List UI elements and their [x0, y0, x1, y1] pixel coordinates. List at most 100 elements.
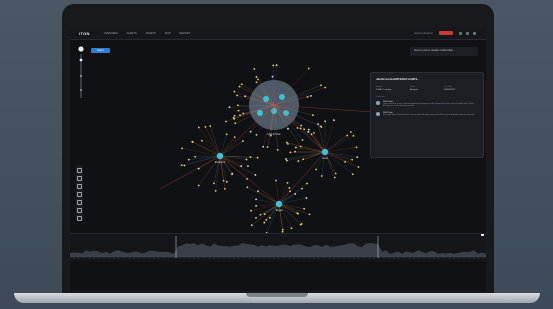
- graph-node: [236, 104, 239, 107]
- graph-node: [297, 160, 300, 162]
- graph-node: [244, 95, 247, 98]
- graph-node: [266, 146, 269, 148]
- graph-node: [299, 223, 302, 226]
- graph-edge: [210, 126, 221, 157]
- graph-node: [272, 64, 275, 67]
- graph-node: [290, 227, 293, 230]
- graph-edge: [324, 151, 359, 168]
- timeline-expand-icon: [481, 232, 484, 236]
- field-label: Status: [410, 86, 416, 88]
- menu-item-alerts[interactable]: ALERTS: [127, 32, 137, 35]
- user-icon[interactable]: [466, 31, 469, 35]
- graph-edge: [321, 151, 326, 177]
- panel-fields: Identifier 3.4kB / Loading Status Analys…: [376, 86, 478, 91]
- graph-node: [225, 180, 228, 183]
- graph-node: [225, 133, 228, 136]
- graph-node: [285, 141, 288, 144]
- settings-icon[interactable]: [459, 31, 462, 35]
- graph-node: [197, 126, 200, 129]
- link-edge: [159, 155, 221, 190]
- graph-node: [262, 145, 265, 148]
- graph-node: [312, 114, 314, 117]
- graph-node: [242, 112, 245, 115]
- graph-node: [302, 158, 305, 161]
- alert-button[interactable]: [439, 31, 453, 35]
- graph-node: [285, 158, 287, 160]
- graph-edge: [182, 148, 221, 157]
- link-edge: [219, 155, 280, 205]
- comment-icon: [376, 111, 380, 116]
- graph-node: [237, 109, 240, 112]
- main-menu: OVERVIEW ALERTS ASSETS MAP REPORT: [104, 32, 200, 35]
- graph-edge: [219, 155, 256, 176]
- graph-node: [257, 78, 259, 81]
- menu-icon[interactable]: [473, 31, 476, 35]
- graph-node: [333, 119, 335, 122]
- graph-node: [259, 213, 262, 216]
- menu-item-assets[interactable]: ASSETS: [146, 32, 156, 35]
- graph-node: [263, 221, 266, 224]
- graph-node: [255, 216, 257, 219]
- graph-edge: [219, 137, 235, 157]
- app-logo[interactable]: iTON: [79, 31, 90, 36]
- comment-item[interactable]: 1654 Toolt Duis sagittis ipsum. Praesent…: [376, 111, 478, 117]
- graph-node: [306, 182, 308, 185]
- graph-node: [197, 167, 200, 170]
- graph-edge: [257, 191, 280, 205]
- graph-node: [289, 190, 291, 193]
- menu-item-report[interactable]: REPORT: [180, 32, 191, 35]
- graph-node: [307, 130, 310, 133]
- graph-node: [357, 166, 360, 168]
- graph-edge: [324, 151, 358, 158]
- graph-node: [233, 136, 236, 139]
- menu-item-map[interactable]: MAP: [165, 32, 171, 35]
- graph-edge: [275, 180, 280, 205]
- hub-node: [279, 94, 285, 100]
- graph-node: [249, 156, 252, 159]
- graph-edge: [311, 134, 326, 153]
- graph-node: [245, 158, 248, 161]
- host-node: [321, 148, 329, 156]
- comment-title: 1654 Toolt: [383, 111, 393, 114]
- target-node: [275, 200, 283, 208]
- graph-node: [320, 84, 322, 87]
- graph-edge: [324, 147, 357, 153]
- comments-heading: Comments: [376, 96, 386, 98]
- host-label: Host: [322, 156, 328, 160]
- graph-node: [194, 155, 196, 158]
- details-panel: u8eZ9cuse4aJu8FFk8NLFmAMFk... Identifier…: [370, 72, 484, 158]
- graph-node: [247, 165, 249, 168]
- graph-node: [297, 212, 299, 215]
- panel-title: u8eZ9cuse4aJu8FFk8NLFmAMFk...: [376, 78, 420, 81]
- graph-edge: [324, 151, 336, 174]
- timeline-panel[interactable]: [70, 232, 486, 262]
- graph-node: [181, 147, 184, 150]
- field-value: 04/05/2023: [444, 89, 455, 91]
- comment-text: Duis sagittis ipsum. Praesent mauris. Fu…: [383, 114, 475, 116]
- graph-node: [254, 174, 257, 176]
- graph-node: [349, 131, 352, 133]
- graph-node: [310, 95, 312, 97]
- graph-node: [213, 182, 215, 185]
- graph-node: [307, 128, 310, 131]
- graph-node: [240, 83, 243, 86]
- workspace-name: Segment Explorer: [413, 31, 433, 35]
- graph-edge: [286, 151, 326, 161]
- graph-node: [239, 114, 241, 117]
- graph-node: [334, 172, 337, 175]
- graph-node: [222, 179, 225, 182]
- comment-item[interactable]: 1654 Toolt Lorem ipsum dolor sit amet, c…: [376, 101, 478, 109]
- graph-edge: [324, 120, 335, 153]
- menu-item-overview[interactable]: OVERVIEW: [104, 32, 118, 35]
- timeline-ticks: [73, 257, 485, 259]
- field-identifier: Identifier 3.4kB / Loading: [376, 86, 410, 91]
- graph-node: [233, 117, 236, 120]
- graph-node: [256, 156, 259, 159]
- field-status: Status Analysis: [410, 86, 444, 91]
- graph-edge: [198, 127, 221, 157]
- graph-node: [333, 176, 336, 179]
- graph-node: [299, 127, 302, 130]
- hub-node: [257, 110, 263, 116]
- graph-node: [276, 149, 279, 151]
- graph-edge: [219, 155, 224, 181]
